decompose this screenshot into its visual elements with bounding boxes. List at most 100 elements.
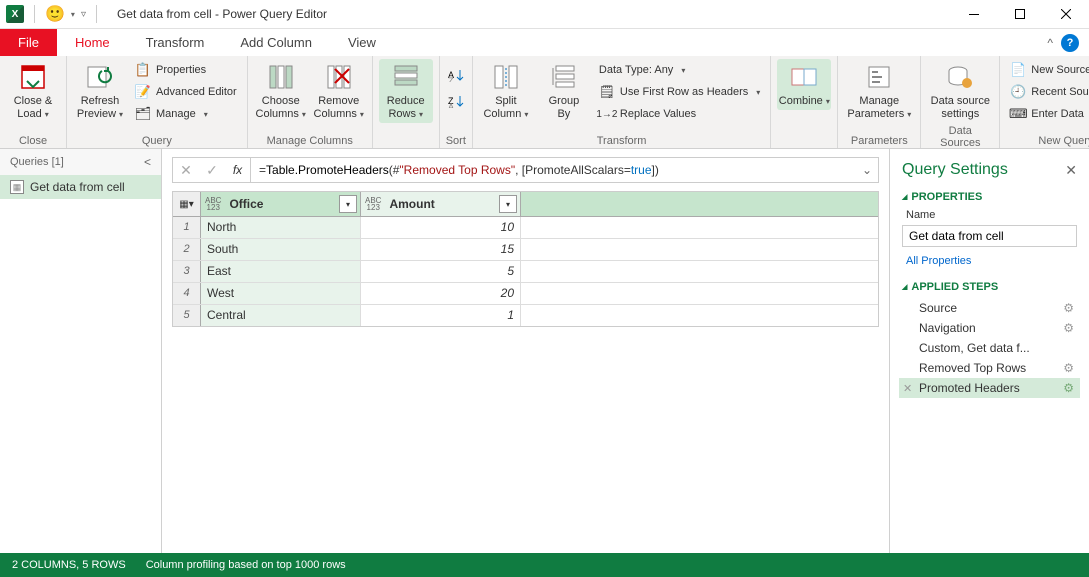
manage-button[interactable]: 🗂Manage: [131, 103, 241, 125]
home-tab[interactable]: Home: [57, 29, 128, 56]
step-label: Promoted Headers: [919, 381, 1020, 395]
close-settings-icon[interactable]: ✕: [1065, 162, 1077, 179]
gear-icon[interactable]: ⚙: [1063, 361, 1074, 375]
row-number: 5: [173, 305, 201, 326]
formula-bar[interactable]: ✕ ✓ fx = Table.PromoteHeaders(#"Removed …: [172, 157, 879, 183]
refresh-preview-button[interactable]: Refresh Preview: [73, 59, 127, 123]
close-button[interactable]: [1043, 0, 1089, 29]
cell-amount[interactable]: 10: [361, 217, 521, 238]
enter-data-button[interactable]: ⌨Enter Data: [1006, 103, 1089, 125]
queries-header[interactable]: Queries [1] <: [0, 149, 161, 175]
cell-office[interactable]: Central: [201, 305, 361, 326]
group-label-newq: New Query: [1006, 133, 1089, 147]
column-header-office[interactable]: ABC123 Office ▾: [201, 192, 361, 216]
properties-button[interactable]: 📋Properties: [131, 59, 241, 81]
fx-icon[interactable]: fx: [225, 158, 251, 182]
recent-sources-button[interactable]: 🕘Recent Sources: [1006, 81, 1089, 103]
cell-amount[interactable]: 15: [361, 239, 521, 260]
applied-step[interactable]: ✕ Promoted Headers ⚙: [899, 378, 1080, 398]
type-icon[interactable]: ABC123: [201, 197, 225, 211]
collapse-ribbon-icon[interactable]: ^: [1047, 36, 1053, 50]
group-data-sources: Data source settings Data Sources: [921, 56, 1000, 148]
data-preview-table: ▦▾ ABC123 Office ▾ ABC123 Amount ▾ 1 Nor…: [172, 191, 879, 327]
sort-asc-button[interactable]: AZ: [446, 65, 466, 85]
help-icon[interactable]: ?: [1061, 34, 1079, 52]
applied-step[interactable]: Custom, Get data f...: [899, 338, 1080, 358]
type-icon[interactable]: ABC123: [361, 197, 385, 211]
combine-button[interactable]: Combine: [777, 59, 831, 110]
filter-icon[interactable]: ▾: [499, 195, 517, 213]
table-row[interactable]: 4 West 20: [173, 283, 878, 305]
first-row-headers-button[interactable]: 🗒Use First Row as Headers: [595, 81, 764, 103]
table-row[interactable]: 1 North 10: [173, 217, 878, 239]
advanced-editor-button[interactable]: 📝Advanced Editor: [131, 81, 241, 103]
applied-step[interactable]: Source⚙: [899, 298, 1080, 318]
main-area: Queries [1] < ▦ Get data from cell ✕ ✓ f…: [0, 149, 1089, 553]
group-manage-columns: Choose Columns Remove Columns Manage Col…: [248, 56, 373, 148]
group-label-managecols: Manage Columns: [254, 133, 366, 147]
step-label: Navigation: [919, 321, 976, 335]
view-tab[interactable]: View: [330, 29, 394, 56]
data-type-button[interactable]: Data Type: Any: [595, 59, 764, 81]
cell-office[interactable]: North: [201, 217, 361, 238]
collapse-queries-icon[interactable]: <: [144, 155, 151, 169]
group-label-transform: Transform: [479, 133, 764, 147]
settings-title: Query Settings ✕: [890, 157, 1089, 183]
excel-icon: X: [6, 5, 24, 23]
gear-icon[interactable]: ⚙: [1063, 301, 1074, 315]
table-corner-button[interactable]: ▦▾: [173, 192, 201, 216]
query-item[interactable]: ▦ Get data from cell: [0, 175, 161, 199]
cell-amount[interactable]: 20: [361, 283, 521, 304]
gear-icon[interactable]: ⚙: [1063, 381, 1074, 395]
formula-cancel-icon[interactable]: ✕: [173, 158, 199, 182]
remove-columns-button[interactable]: Remove Columns: [312, 59, 366, 123]
manage-parameters-button[interactable]: Manage Parameters: [844, 59, 914, 123]
cell-amount[interactable]: 5: [361, 261, 521, 282]
cell-office[interactable]: South: [201, 239, 361, 260]
row-number: 3: [173, 261, 201, 282]
query-name-input[interactable]: [902, 225, 1077, 247]
all-properties-link[interactable]: All Properties: [890, 249, 1089, 273]
properties-header[interactable]: PROPERTIES: [890, 183, 1089, 207]
reduce-rows-button[interactable]: Reduce Rows: [379, 59, 433, 123]
column-header-amount[interactable]: ABC123 Amount ▾: [361, 192, 521, 216]
window-title: Get data from cell - Power Query Editor: [117, 7, 327, 21]
svg-text:Z: Z: [448, 76, 454, 82]
addcolumn-tab[interactable]: Add Column: [222, 29, 330, 56]
cell-office[interactable]: East: [201, 261, 361, 282]
qat-divider: [34, 5, 35, 23]
close-load-button[interactable]: Close & Load: [6, 59, 60, 123]
gear-icon[interactable]: ⚙: [1063, 321, 1074, 335]
table-row[interactable]: 2 South 15: [173, 239, 878, 261]
formula-expand-icon[interactable]: ⌄: [856, 163, 878, 177]
choose-columns-button[interactable]: Choose Columns: [254, 59, 308, 123]
data-source-settings-button[interactable]: Data source settings: [927, 59, 993, 123]
qat-divider-2: [96, 5, 97, 23]
minimize-button[interactable]: [951, 0, 997, 29]
table-row[interactable]: 3 East 5: [173, 261, 878, 283]
filter-icon[interactable]: ▾: [339, 195, 357, 213]
cell-amount[interactable]: 1: [361, 305, 521, 326]
applied-step[interactable]: Navigation ⚙: [899, 318, 1080, 338]
qat-dropdown-icon[interactable]: ▾: [71, 10, 75, 19]
split-column-button[interactable]: Split Column: [479, 59, 533, 123]
file-tab[interactable]: File: [0, 29, 57, 56]
transform-tab[interactable]: Transform: [128, 29, 223, 56]
replace-values-button[interactable]: 1→2Replace Values: [595, 103, 764, 125]
applied-step[interactable]: Removed Top Rows⚙: [899, 358, 1080, 378]
cell-office[interactable]: West: [201, 283, 361, 304]
group-transform: Split Column Group By Data Type: Any 🗒Us…: [473, 56, 771, 148]
formula-accept-icon[interactable]: ✓: [199, 158, 225, 182]
qat-overflow[interactable]: ▿: [81, 9, 86, 20]
formula-input[interactable]: = Table.PromoteHeaders(#"Removed Top Row…: [251, 163, 856, 177]
maximize-button[interactable]: [997, 0, 1043, 29]
group-reduce-rows: Reduce Rows: [373, 56, 440, 148]
ribbon: Close & Load Close Refresh Preview 📋Prop…: [0, 56, 1089, 149]
sort-desc-button[interactable]: ZA: [446, 91, 466, 111]
delete-step-icon[interactable]: ✕: [903, 382, 912, 395]
new-source-button[interactable]: 📄New Source: [1006, 59, 1089, 81]
applied-steps-header[interactable]: APPLIED STEPS: [890, 273, 1089, 297]
group-by-button[interactable]: Group By: [537, 59, 591, 123]
table-row[interactable]: 5 Central 1: [173, 305, 878, 326]
smiley-icon[interactable]: 🙂: [45, 4, 65, 24]
